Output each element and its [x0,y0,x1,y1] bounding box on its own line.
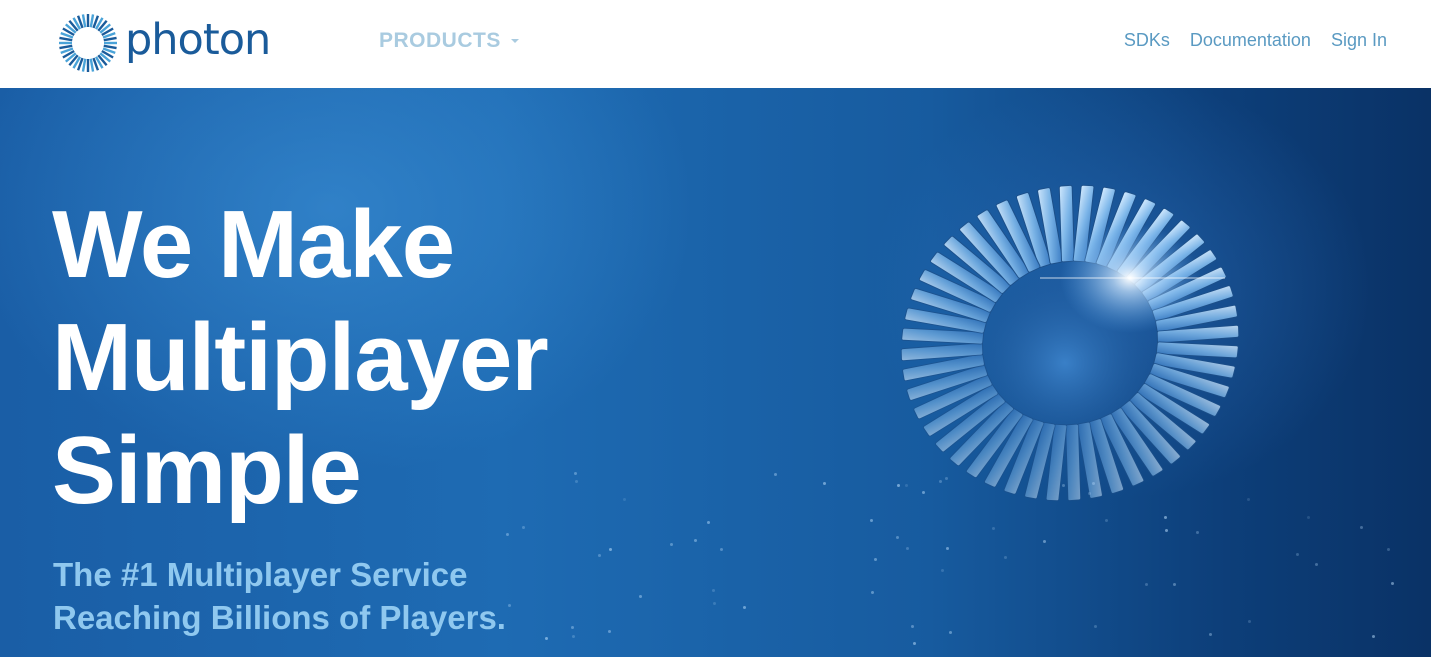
documentation-link[interactable]: Documentation [1190,30,1311,51]
sparkle-dot [1104,518,1108,522]
sparkle-dot [874,557,878,561]
sparkle-dot [823,481,827,485]
sparkle-dot [941,568,945,572]
sign-in-link[interactable]: Sign In [1331,30,1387,51]
hero-title-line: Simple [52,417,362,524]
sparkle-dot [743,605,747,609]
photon-logo[interactable]: photon [57,12,271,74]
sparkle-dot [1390,582,1394,586]
sparkle-dot [545,637,549,641]
sparkle-dot [1145,583,1149,587]
sparkle-dot [1172,583,1176,587]
sdks-link[interactable]: SDKs [1124,30,1170,51]
sparkle-dot [570,626,574,630]
sparkle-dot [713,601,717,605]
sparkle-dot [574,480,578,484]
sparkle-dot [608,547,612,551]
sparkle-dot [1247,619,1251,623]
sparkle-dot [598,554,602,558]
caret-down-icon [510,39,519,43]
sparkle-dot [707,521,711,525]
sparkle-dot [1387,548,1391,552]
sparkle-dot [895,535,899,539]
sparkle-dot [1295,552,1299,556]
sparkle-dot [992,527,996,531]
sparkle-dot [1164,528,1168,532]
sparkle-dot [719,547,723,551]
sparkle-dot [608,629,612,633]
products-menu[interactable]: PRODUCTS [379,29,519,53]
sparkle-dot [1042,540,1046,544]
sparkle-dot [571,634,575,638]
sparkle-dot [693,538,697,542]
sparkle-dot [1371,634,1375,638]
sparkle-dot [573,471,577,475]
sparkle-dot [1091,481,1095,485]
gear-ring-illustration [900,184,1240,502]
sparkle-dot [912,642,916,646]
hero-title-line: Multiplayer [52,304,549,411]
sparkle-dot [639,595,642,599]
sparkle-dot [507,604,511,608]
sparkle-dot [922,490,926,494]
sparkle-dot [1195,531,1199,535]
photon-ring-logo-icon [59,14,117,72]
hero-title: We Make Multiplayer Simple [52,188,549,527]
sparkle-dot [622,497,626,501]
sparkle-dot [1208,632,1212,636]
hero-subtitle-line: The #1 Multiplayer Service [53,556,468,593]
sparkle-dot [521,526,525,530]
sparkle-dot [905,547,909,551]
sparkle-dot [670,543,674,547]
sparkle-dot [948,631,952,635]
hero-subtitle: The #1 Multiplayer Service Reaching Bill… [53,553,506,639]
sparkle-dot [1004,555,1008,559]
hero-title-line: We Make [52,191,455,298]
nav-links: SDKs Documentation Sign In [1124,30,1387,51]
sparkle-dot [1061,483,1065,487]
sparkle-dot [871,590,875,594]
sparkle-dot [1306,515,1310,519]
sparkle-dot [1315,563,1319,567]
sparkle-dot [773,473,777,477]
sparkle-dot [1163,516,1167,519]
sparkle-dot [506,532,510,536]
top-navbar: photon PRODUCTS SDKs Documentation Sign … [0,0,1431,88]
sparkle-dot [869,519,873,523]
hero-banner: We Make Multiplayer Simple The #1 Multip… [0,88,1431,657]
sparkle-dot [1094,624,1098,628]
sparkle-dot [711,588,715,592]
sparkle-dot [1359,526,1363,530]
products-menu-label: PRODUCTS [379,29,501,52]
sparkle-dot [910,625,914,629]
hero-subtitle-line: Reaching Billions of Players. [53,599,506,636]
logo-text: photon [125,14,271,65]
sparkle-dot [946,546,950,550]
